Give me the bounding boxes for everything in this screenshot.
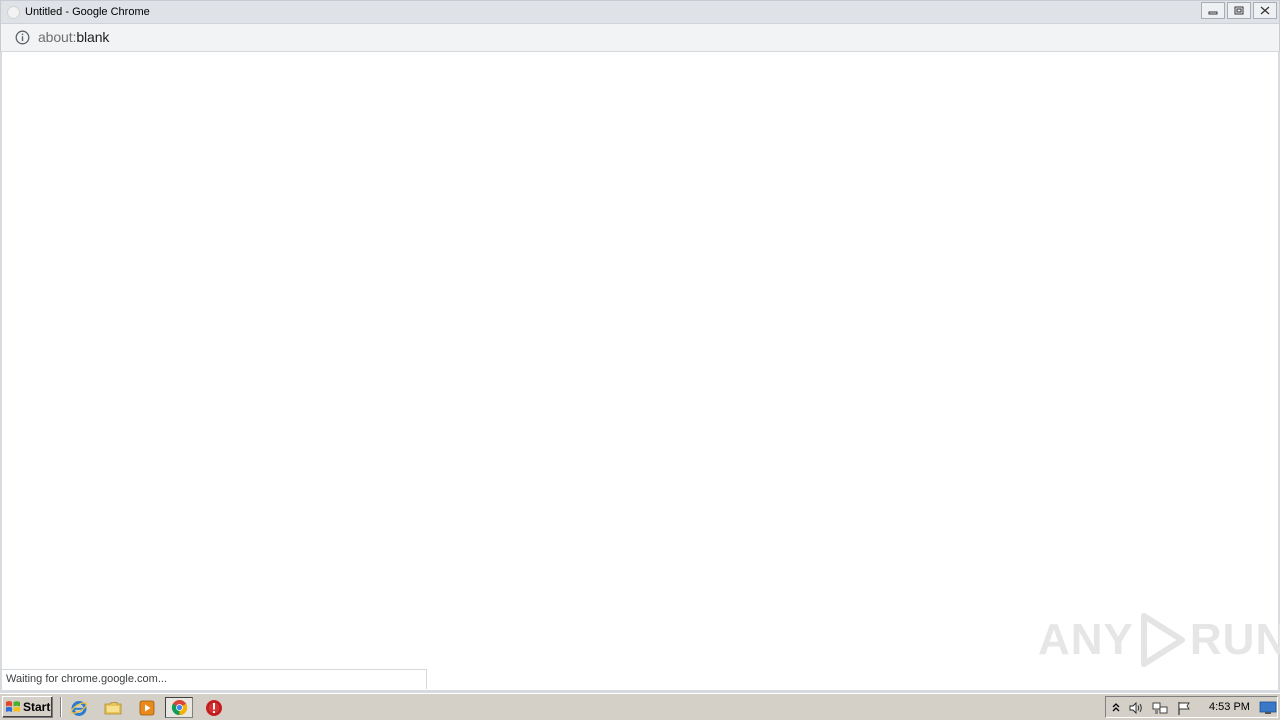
explorer-button[interactable] [102, 697, 124, 718]
system-tray: 4:53 PM [1105, 696, 1278, 718]
address-field[interactable]: about:blank [38, 29, 109, 45]
network-button[interactable] [1152, 700, 1168, 716]
show-desktop-button[interactable] [1257, 697, 1279, 718]
maximize-button[interactable] [1227, 2, 1251, 19]
internet-explorer-button[interactable] [68, 697, 90, 718]
chevron-up-icon [1112, 703, 1120, 712]
network-icon [1152, 702, 1168, 714]
action-center-button[interactable] [1176, 700, 1192, 716]
folder-icon [104, 701, 122, 714]
chrome-taskbar-button[interactable] [165, 697, 193, 718]
close-button[interactable] [1253, 2, 1277, 19]
start-button[interactable]: Start [2, 696, 53, 718]
taskbar-clock[interactable]: 4:53 PM [1209, 701, 1250, 713]
chrome-icon [171, 699, 187, 716]
watermark-logo: ANY RUN [1038, 610, 1280, 670]
watermark-right: RUN [1189, 615, 1280, 664]
taskbar-separator [60, 697, 62, 717]
internet-explorer-icon [70, 700, 88, 716]
start-label: Start [23, 700, 51, 714]
flag-icon [1178, 701, 1190, 715]
stop-icon [206, 699, 222, 716]
volume-button[interactable] [1128, 700, 1144, 716]
window-title: Untitled - Google Chrome [25, 6, 150, 18]
restore-icon [1234, 6, 1244, 15]
status-bubble: Waiting for chrome.google.com... [2, 669, 427, 689]
status-text: Waiting for chrome.google.com... [6, 673, 167, 685]
screen: Untitled - Google Chrome about:blank Wai… [0, 0, 1280, 720]
play-icon [1140, 613, 1185, 667]
url-path: blank [76, 29, 110, 45]
page-content[interactable] [0, 52, 1280, 692]
minimize-button[interactable] [1201, 2, 1225, 19]
omnibox-bar: about:blank [0, 24, 1280, 52]
media-player-icon [139, 700, 155, 715]
info-icon[interactable] [15, 30, 30, 45]
taskbar: Start 4:53 PM [0, 693, 1280, 720]
watermark-left: ANY [1038, 615, 1134, 664]
media-player-button[interactable] [136, 697, 158, 718]
window-titlebar[interactable]: Untitled - Google Chrome [0, 0, 1280, 24]
url-scheme: about: [38, 29, 77, 45]
chrome-window-icon [7, 6, 20, 19]
minimize-icon [1208, 11, 1218, 14]
window-controls [1199, 2, 1277, 20]
windows-logo-icon [6, 701, 20, 712]
close-icon [1260, 6, 1270, 15]
desktop-icon [1259, 701, 1277, 714]
speaker-icon [1129, 701, 1142, 715]
stop-program-button[interactable] [203, 697, 225, 718]
show-hidden-icons-button[interactable] [1108, 700, 1124, 716]
